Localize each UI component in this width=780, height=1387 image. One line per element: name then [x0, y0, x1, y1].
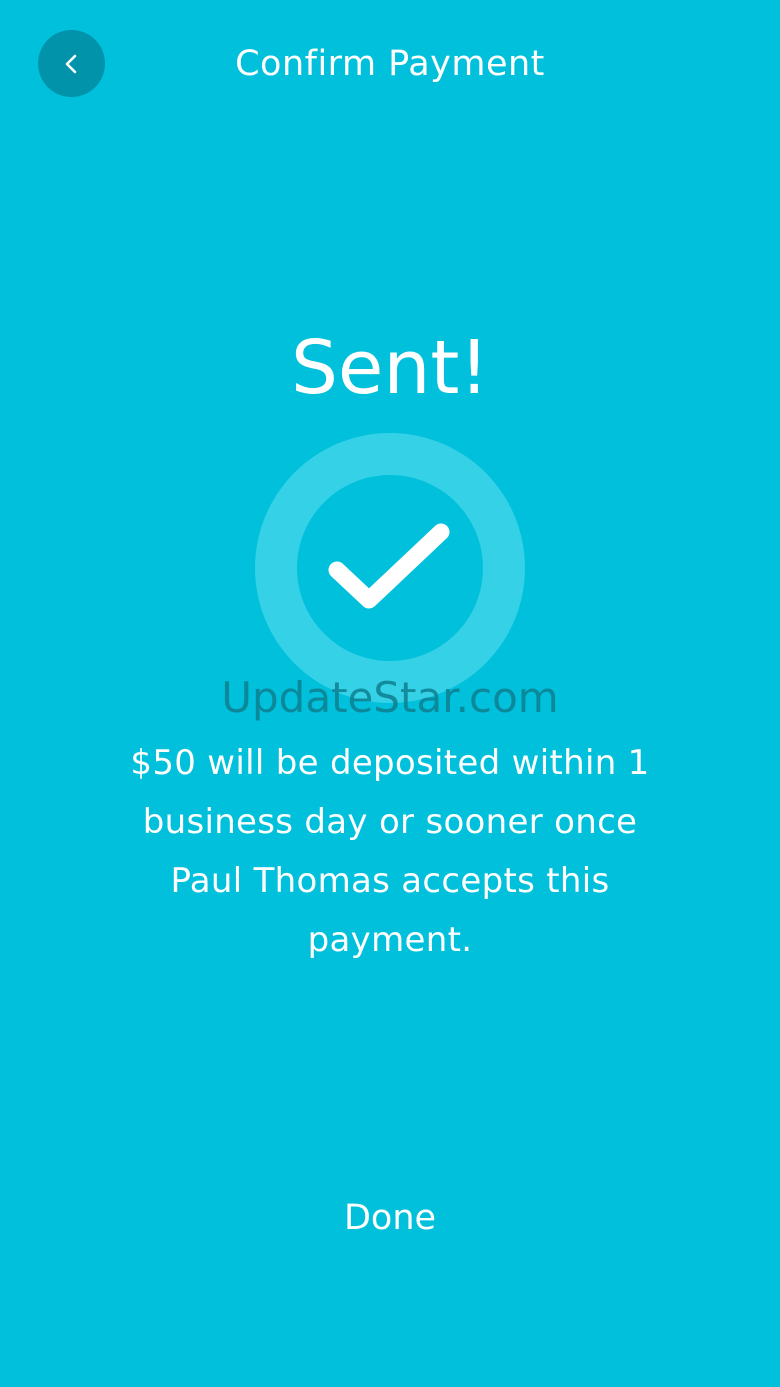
page-title: Confirm Payment: [235, 44, 545, 84]
done-button[interactable]: Done: [290, 1190, 490, 1246]
status-title: Sent!: [290, 325, 490, 411]
app-header: Confirm Payment: [0, 0, 780, 130]
checkmark-icon: [325, 518, 455, 618]
success-badge: [297, 475, 483, 661]
watermark: UpdateStar.com: [221, 673, 559, 722]
confirmation-message: $50 will be deposited within 1 business …: [130, 743, 650, 960]
